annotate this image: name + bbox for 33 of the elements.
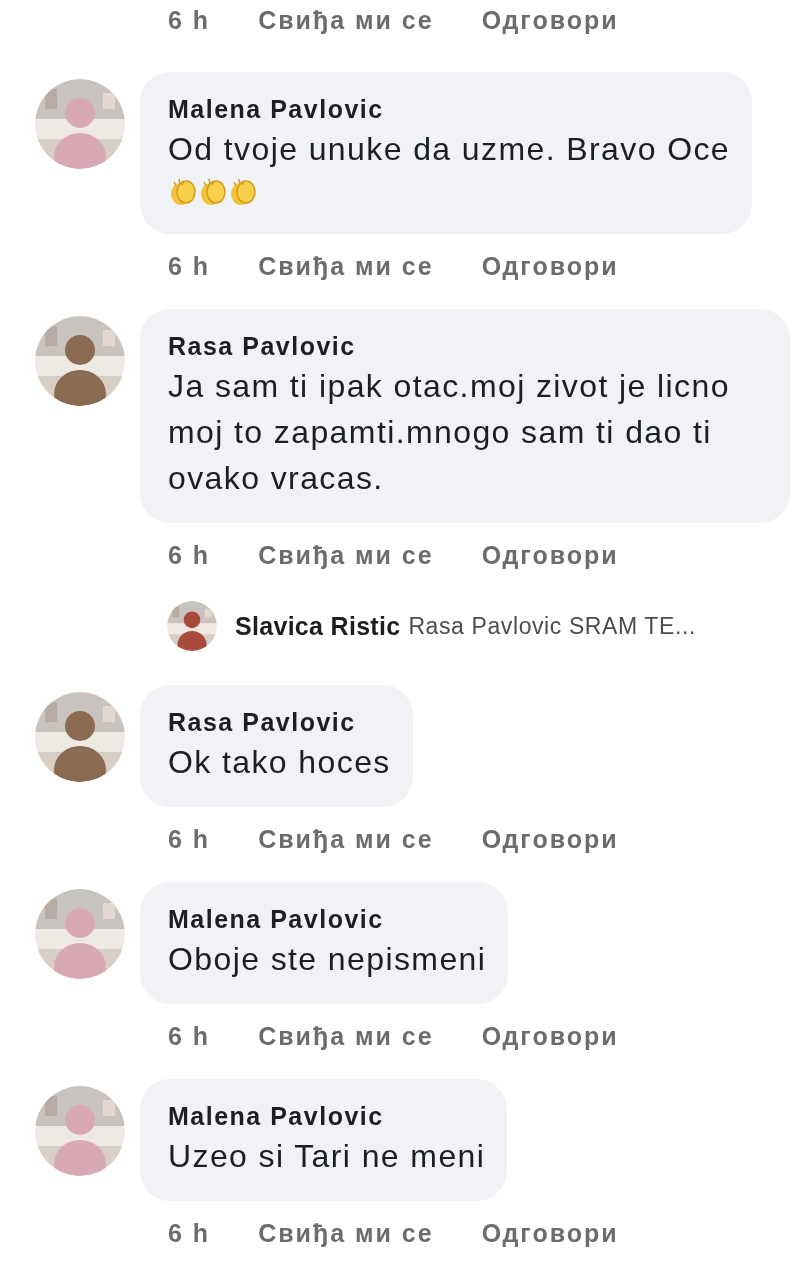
like-link[interactable]: Свиђа ми се [258, 251, 434, 281]
author-name[interactable]: Slavica Ristic [235, 611, 401, 641]
reply-preview-text[interactable]: Rasa Pavlovic SRAM TE... [408, 612, 696, 640]
comment-time: 6 h [168, 251, 211, 281]
comment-text: Oboje ste nepismeni [168, 940, 487, 979]
comment-time: 6 h [168, 1218, 211, 1248]
author-name[interactable]: Malena Pavlovic [168, 902, 487, 936]
comment-time: 6 h [168, 540, 211, 570]
comment-time: 6 h [168, 5, 211, 35]
comment-time: 6 h [168, 1021, 211, 1051]
like-link[interactable]: Свиђа ми се [258, 1218, 434, 1248]
reply-link[interactable]: Одговори [481, 824, 619, 854]
reply-link[interactable]: Одговори [481, 540, 619, 570]
author-name[interactable]: Rasa Pavlovic [168, 705, 391, 739]
like-link[interactable]: Свиђа ми се [258, 824, 434, 854]
reply-link[interactable]: Одговори [481, 251, 619, 281]
comment-text: Ja sam ti ipak otac.moj zivot je licno moj to zapamti.mnogo sam ti dao ti ovako vracas. [168, 367, 731, 498]
like-link[interactable]: Свиђа ми се [258, 540, 434, 570]
comment-text: Uzeo si Tari ne meni [168, 1137, 486, 1176]
reply-link[interactable]: Одговори [481, 5, 619, 35]
like-link[interactable]: Свиђа ми се [258, 1021, 434, 1051]
clapping-hands-icon [198, 177, 228, 207]
reply-link[interactable]: Одговори [481, 1021, 619, 1051]
comment-text: Od tvoje unuke da uzme. Bravo Oce [168, 130, 731, 169]
reply-link[interactable]: Одговори [481, 1218, 619, 1248]
like-link[interactable]: Свиђа ми се [258, 5, 434, 35]
author-name[interactable]: Rasa Pavlovic [168, 329, 768, 363]
comment-text: Ok tako hoces [168, 743, 391, 782]
author-name[interactable]: Malena Pavlovic [168, 92, 731, 126]
clapping-hands-icon [168, 177, 198, 207]
clapping-hands-icon [228, 177, 258, 207]
comment-time: 6 h [168, 824, 211, 854]
author-name[interactable]: Malena Pavlovic [168, 1099, 486, 1133]
